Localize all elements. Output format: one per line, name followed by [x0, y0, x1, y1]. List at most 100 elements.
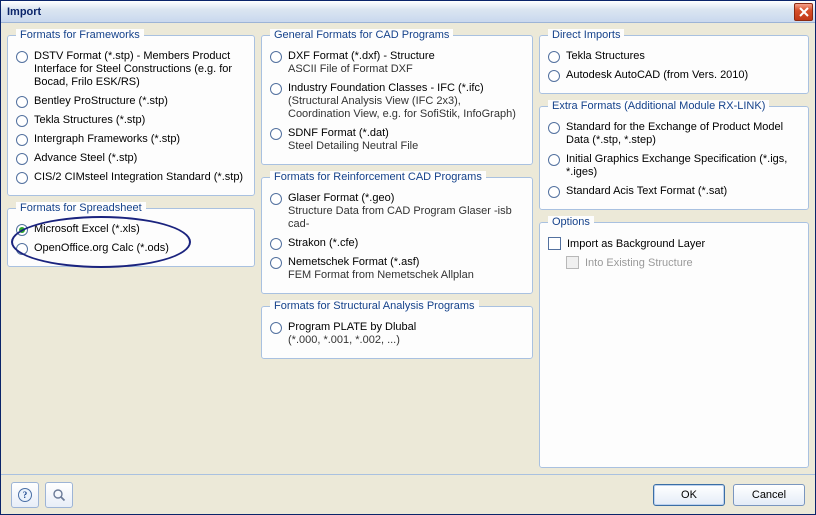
checkbox-icon — [548, 237, 561, 250]
radio-label: Glaser Format (*.geo) Structure Data fro… — [288, 192, 524, 231]
radio-label: Standard for the Exchange of Product Mod… — [566, 121, 800, 147]
radio-advance-steel[interactable]: Advance Steel (*.stp) — [16, 149, 246, 168]
radio-glaser[interactable]: Glaser Format (*.geo) Structure Data fro… — [270, 189, 524, 234]
radio-strakon[interactable]: Strakon (*.cfe) — [270, 234, 524, 253]
check-into-existing: Into Existing Structure — [548, 253, 800, 272]
radio-bentley[interactable]: Bentley ProStructure (*.stp) — [16, 92, 246, 111]
check-bg-layer[interactable]: Import as Background Layer — [548, 234, 800, 253]
details-button[interactable] — [45, 482, 73, 508]
radio-label: CIS/2 CIMsteel Integration Standard (*.s… — [34, 171, 243, 184]
radio-icon — [548, 122, 560, 134]
radio-label: Autodesk AutoCAD (from Vers. 2010) — [566, 69, 748, 82]
close-button[interactable] — [794, 3, 813, 21]
close-icon — [799, 7, 809, 17]
radio-icon — [16, 172, 28, 184]
checkbox-icon — [566, 256, 579, 269]
radio-step[interactable]: Standard for the Exchange of Product Mod… — [548, 118, 800, 150]
radio-plate[interactable]: Program PLATE by Dlubal (*.000, *.001, *… — [270, 318, 524, 350]
icon-buttons: ? — [11, 482, 73, 508]
radio-dxf[interactable]: DXF Format (*.dxf) - Structure ASCII Fil… — [270, 47, 524, 79]
radio-icon — [16, 243, 28, 255]
radio-label: Strakon (*.cfe) — [288, 237, 358, 250]
radio-dstv[interactable]: DSTV Format (*.stp) - Members Product In… — [16, 47, 246, 92]
group-direct-imports-legend: Direct Imports — [548, 29, 624, 41]
radio-icon — [270, 322, 282, 334]
radio-label: Advance Steel (*.stp) — [34, 152, 137, 165]
radio-label: Standard Acis Text Format (*.sat) — [566, 185, 727, 198]
radio-icon — [16, 51, 28, 63]
checkbox-label: Import as Background Layer — [567, 238, 705, 250]
group-options-legend: Options — [548, 216, 594, 228]
radio-icon — [270, 238, 282, 250]
radio-excel[interactable]: Microsoft Excel (*.xls) — [16, 220, 246, 239]
radio-label: Industry Foundation Classes - IFC (*.ifc… — [288, 82, 524, 121]
group-options: Options Import as Background Layer Into … — [539, 216, 809, 468]
radio-icon — [16, 134, 28, 146]
radio-label: Tekla Structures (*.stp) — [34, 114, 145, 127]
group-structural-analysis-legend: Formats for Structural Analysis Programs — [270, 300, 479, 312]
radio-label: Initial Graphics Exchange Specification … — [566, 153, 800, 179]
radio-label: Microsoft Excel (*.xls) — [34, 223, 140, 236]
group-cad-general-legend: General Formats for CAD Programs — [270, 29, 453, 41]
radio-icon — [270, 193, 282, 205]
cancel-button[interactable]: Cancel — [733, 484, 805, 506]
checkbox-label: Into Existing Structure — [585, 257, 693, 269]
radio-iges[interactable]: Initial Graphics Exchange Specification … — [548, 150, 800, 182]
radio-ifc[interactable]: Industry Foundation Classes - IFC (*.ifc… — [270, 79, 524, 124]
window-title: Import — [7, 6, 41, 18]
radio-label: Tekla Structures — [566, 50, 645, 63]
radio-tekla-direct[interactable]: Tekla Structures — [548, 47, 800, 66]
group-extra-formats: Extra Formats (Additional Module RX-LINK… — [539, 100, 809, 210]
radio-sat[interactable]: Standard Acis Text Format (*.sat) — [548, 182, 800, 201]
ok-button[interactable]: OK — [653, 484, 725, 506]
radio-icon — [270, 128, 282, 140]
help-icon: ? — [17, 487, 33, 503]
radio-icon — [16, 153, 28, 165]
group-extra-formats-legend: Extra Formats (Additional Module RX-LINK… — [548, 100, 769, 112]
group-cad-general: General Formats for CAD Programs DXF For… — [261, 29, 533, 165]
radio-label: Intergraph Frameworks (*.stp) — [34, 133, 180, 146]
dialog-buttons: OK Cancel — [653, 484, 805, 506]
right-column: Direct Imports Tekla Structures Autodesk… — [539, 29, 809, 468]
import-dialog: Import Formats for Frameworks DSTV Forma… — [0, 0, 816, 515]
ok-label: OK — [681, 489, 697, 501]
group-spreadsheet: Formats for Spreadsheet Microsoft Excel … — [7, 202, 255, 267]
radio-label: OpenOffice.org Calc (*.ods) — [34, 242, 169, 255]
radio-icon — [548, 186, 560, 198]
radio-icon — [16, 96, 28, 108]
group-direct-imports: Direct Imports Tekla Structures Autodesk… — [539, 29, 809, 94]
group-structural-analysis: Formats for Structural Analysis Programs… — [261, 300, 533, 359]
radio-nemetschek[interactable]: Nemetschek Format (*.asf) FEM Format fro… — [270, 253, 524, 285]
radio-icon — [548, 70, 560, 82]
radio-autocad[interactable]: Autodesk AutoCAD (from Vers. 2010) — [548, 66, 800, 85]
radio-intergraph[interactable]: Intergraph Frameworks (*.stp) — [16, 130, 246, 149]
radio-icon — [270, 257, 282, 269]
help-button[interactable]: ? — [11, 482, 39, 508]
svg-text:?: ? — [23, 490, 28, 500]
bottom-bar: ? OK Cancel — [1, 474, 815, 514]
radio-icon — [548, 51, 560, 63]
radio-label: SDNF Format (*.dat) Steel Detailing Neut… — [288, 127, 418, 153]
radio-icon — [548, 154, 560, 166]
radio-label: Program PLATE by Dlubal (*.000, *.001, *… — [288, 321, 416, 347]
radio-cis2[interactable]: CIS/2 CIMsteel Integration Standard (*.s… — [16, 168, 246, 187]
radio-openoffice[interactable]: OpenOffice.org Calc (*.ods) — [16, 239, 246, 258]
radio-label: DSTV Format (*.stp) - Members Product In… — [34, 50, 246, 89]
content-area: Formats for Frameworks DSTV Format (*.st… — [1, 23, 815, 474]
radio-tekla-stp[interactable]: Tekla Structures (*.stp) — [16, 111, 246, 130]
radio-label: Bentley ProStructure (*.stp) — [34, 95, 168, 108]
radio-label: DXF Format (*.dxf) - Structure ASCII Fil… — [288, 50, 435, 76]
radio-icon — [270, 51, 282, 63]
radio-icon — [270, 83, 282, 95]
cancel-label: Cancel — [752, 489, 786, 501]
group-cad-reinforcement: Formats for Reinforcement CAD Programs G… — [261, 171, 533, 294]
group-spreadsheet-legend: Formats for Spreadsheet — [16, 202, 146, 214]
radio-icon — [16, 115, 28, 127]
middle-column: General Formats for CAD Programs DXF For… — [261, 29, 533, 468]
group-frameworks: Formats for Frameworks DSTV Format (*.st… — [7, 29, 255, 196]
left-column: Formats for Frameworks DSTV Format (*.st… — [7, 29, 255, 468]
group-cad-reinforcement-legend: Formats for Reinforcement CAD Programs — [270, 171, 486, 183]
radio-sdnf[interactable]: SDNF Format (*.dat) Steel Detailing Neut… — [270, 124, 524, 156]
radio-icon — [16, 224, 28, 236]
radio-label: Nemetschek Format (*.asf) FEM Format fro… — [288, 256, 474, 282]
